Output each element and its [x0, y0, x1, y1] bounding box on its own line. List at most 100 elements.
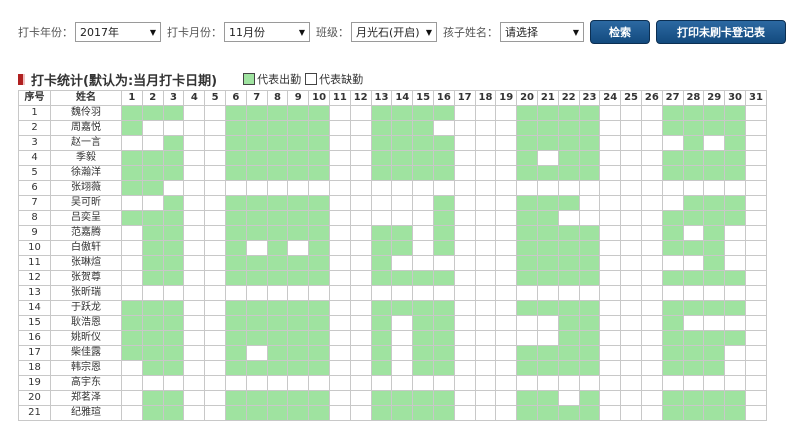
- print-unswiped-register-button[interactable]: 打印未刷卡登记表: [656, 20, 786, 44]
- attendance-cell-absent: [391, 375, 414, 391]
- class-select-value: 月光石(开启): [356, 26, 420, 39]
- attendance-cell-absent: [453, 315, 476, 331]
- attendance-cell-absent: [349, 315, 372, 331]
- attendance-cell-absent: [599, 165, 622, 181]
- attendance-cell-present: [308, 195, 330, 211]
- attendance-cell-present: [245, 330, 268, 346]
- attendance-cell-present: [578, 300, 601, 316]
- attendance-cell-absent: [620, 345, 642, 361]
- attendance-cell-absent: [183, 375, 206, 391]
- attendance-cell-absent: [370, 285, 393, 301]
- attendance-cell-present: [162, 210, 185, 226]
- attendance-cell-present: [245, 300, 268, 316]
- attendance-cell-absent: [432, 180, 455, 196]
- attendance-cell-present: [557, 195, 580, 211]
- attendance-cell-absent: [744, 105, 768, 121]
- attendance-cell-present: [432, 165, 455, 181]
- attendance-cell-present: [578, 135, 601, 151]
- attendance-cell-absent: [599, 270, 622, 286]
- present-legend-label: 代表出勤: [257, 73, 302, 86]
- child-name: 范嘉腾: [49, 225, 123, 241]
- day-column-header: 21: [536, 90, 559, 106]
- attendance-cell-absent: [328, 135, 351, 151]
- attendance-cell-absent: [744, 345, 768, 361]
- attendance-cell-present: [245, 405, 268, 421]
- attendance-cell-present: [536, 360, 559, 376]
- attendance-cell-absent: [640, 300, 663, 316]
- attendance-cell-absent: [474, 225, 497, 241]
- attendance-cell-present: [141, 405, 164, 421]
- child-name: 于跃龙: [49, 300, 123, 316]
- attendance-cell-absent: [349, 150, 372, 166]
- attendance-cell-absent: [661, 195, 684, 211]
- attendance-cell-present: [308, 390, 330, 406]
- attendance-cell-absent: [453, 180, 476, 196]
- attendance-cell-absent: [370, 180, 393, 196]
- attendance-cell-present: [225, 405, 247, 421]
- attendance-cell-absent: [744, 135, 768, 151]
- attendance-cell-present: [432, 330, 455, 346]
- attendance-cell-absent: [620, 195, 642, 211]
- attendance-cell-absent: [225, 375, 247, 391]
- attendance-cell-present: [724, 150, 746, 166]
- attendance-cell-present: [141, 240, 164, 256]
- attendance-cell-present: [141, 180, 164, 196]
- attendance-cell-absent: [453, 330, 476, 346]
- attendance-cell-absent: [640, 195, 663, 211]
- attendance-cell-present: [682, 345, 705, 361]
- attendance-cell-present: [557, 150, 580, 166]
- attendance-cell-present: [682, 405, 705, 421]
- child-name-select[interactable]: 请选择 ▼: [500, 22, 584, 42]
- attendance-cell-present: [162, 390, 185, 406]
- attendance-cell-absent: [744, 240, 768, 256]
- attendance-cell-present: [287, 270, 310, 286]
- attendance-cell-absent: [328, 330, 351, 346]
- attendance-cell-absent: [495, 345, 518, 361]
- attendance-cell-absent: [391, 255, 414, 271]
- attendance-cell-present: [432, 105, 455, 121]
- row-index: 9: [18, 225, 51, 241]
- attendance-cell-absent: [183, 240, 206, 256]
- search-button[interactable]: 检索: [590, 20, 650, 44]
- attendance-cell-absent: [516, 315, 538, 331]
- attendance-cell-absent: [121, 255, 143, 271]
- attendance-cell-absent: [620, 375, 642, 391]
- attendance-cell-absent: [536, 150, 559, 166]
- attendance-cell-present: [370, 315, 393, 331]
- attendance-cell-present: [682, 105, 705, 121]
- attendance-cell-absent: [599, 315, 622, 331]
- attendance-cell-present: [432, 150, 455, 166]
- row-index: 15: [18, 315, 51, 331]
- attendance-cell-absent: [453, 210, 476, 226]
- attendance-cell-absent: [328, 210, 351, 226]
- table-row: 2 周嘉悦: [18, 120, 768, 136]
- attendance-cell-absent: [620, 285, 642, 301]
- row-index: 21: [18, 405, 51, 421]
- attendance-cell-absent: [328, 345, 351, 361]
- attendance-cell-absent: [474, 345, 497, 361]
- attendance-cell-present: [162, 330, 185, 346]
- attendance-cell-absent: [599, 135, 622, 151]
- attendance-cell-present: [516, 255, 538, 271]
- attendance-cell-present: [141, 300, 164, 316]
- attendance-cell-present: [141, 210, 164, 226]
- attendance-cell-present: [287, 300, 310, 316]
- attendance-cell-present: [370, 240, 393, 256]
- attendance-cell-absent: [744, 300, 768, 316]
- attendance-cell-absent: [640, 390, 663, 406]
- day-column-header: 8: [266, 90, 289, 106]
- year-select[interactable]: 2017年 ▼: [75, 22, 161, 42]
- month-select[interactable]: 11月份 ▼: [224, 22, 310, 42]
- class-select[interactable]: 月光石(开启) ▼: [351, 22, 437, 42]
- attendance-cell-absent: [412, 225, 434, 241]
- attendance-cell-present: [412, 105, 434, 121]
- attendance-cell-present: [682, 150, 705, 166]
- attendance-cell-absent: [349, 285, 372, 301]
- attendance-cell-present: [266, 135, 289, 151]
- attendance-cell-present: [412, 150, 434, 166]
- attendance-cell-absent: [391, 195, 414, 211]
- child-name-select-value: 请选择: [505, 26, 538, 39]
- attendance-cell-absent: [578, 195, 601, 211]
- day-column-header: 13: [370, 90, 393, 106]
- attendance-cell-present: [412, 390, 434, 406]
